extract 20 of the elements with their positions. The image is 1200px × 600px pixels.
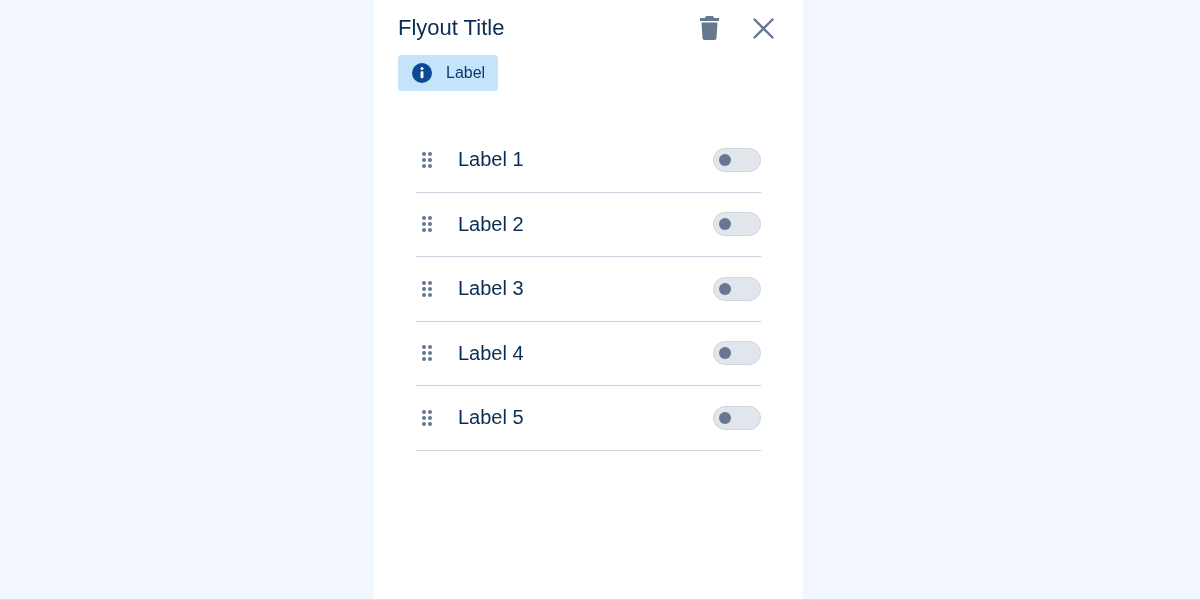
info-icon: [412, 63, 432, 83]
toggle-switch[interactable]: [713, 276, 761, 301]
item-label: Label 2: [458, 212, 525, 236]
drag-handle-icon[interactable]: [422, 345, 432, 362]
drag-handle-icon[interactable]: [422, 409, 432, 426]
drag-handle-icon[interactable]: [422, 216, 432, 233]
toggle-switch[interactable]: [713, 405, 761, 430]
item-label: Label 3: [458, 277, 525, 301]
item-label: Label 1: [458, 148, 525, 172]
flyout-title: Flyout Title: [398, 14, 505, 42]
badge-label: Label: [446, 64, 486, 82]
trash-icon: [699, 16, 719, 40]
drag-handle-icon[interactable]: [422, 151, 432, 168]
toggle-switch[interactable]: [713, 341, 761, 366]
item-label: Label 4: [458, 341, 525, 365]
toggle-switch[interactable]: [713, 212, 761, 237]
toggle-switch[interactable]: [713, 147, 761, 172]
drag-handle-icon[interactable]: [422, 280, 432, 297]
close-icon: [752, 17, 774, 39]
item-label: Label 5: [458, 406, 525, 430]
